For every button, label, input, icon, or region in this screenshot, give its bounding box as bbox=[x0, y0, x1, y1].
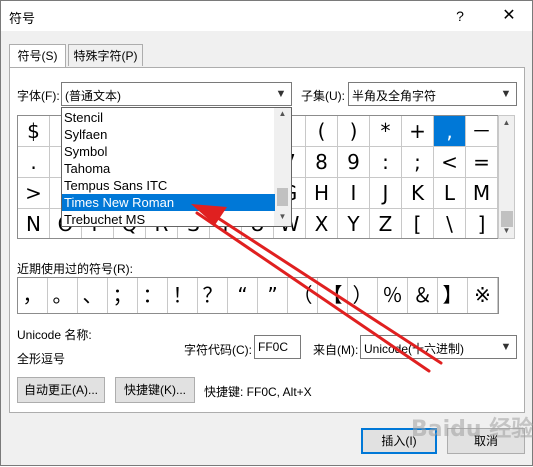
annotation-arrows bbox=[191, 204, 443, 373]
symbol-dialog: 符号 ? ✕ 符号(S) 特殊字符(P) 字体(F): (普通文本) ▼ 子集(… bbox=[0, 0, 533, 466]
watermark: Baidu 经验 bbox=[411, 417, 533, 442]
annotation-arrow-line bbox=[199, 205, 443, 365]
annotation-arrow-line bbox=[195, 211, 431, 373]
